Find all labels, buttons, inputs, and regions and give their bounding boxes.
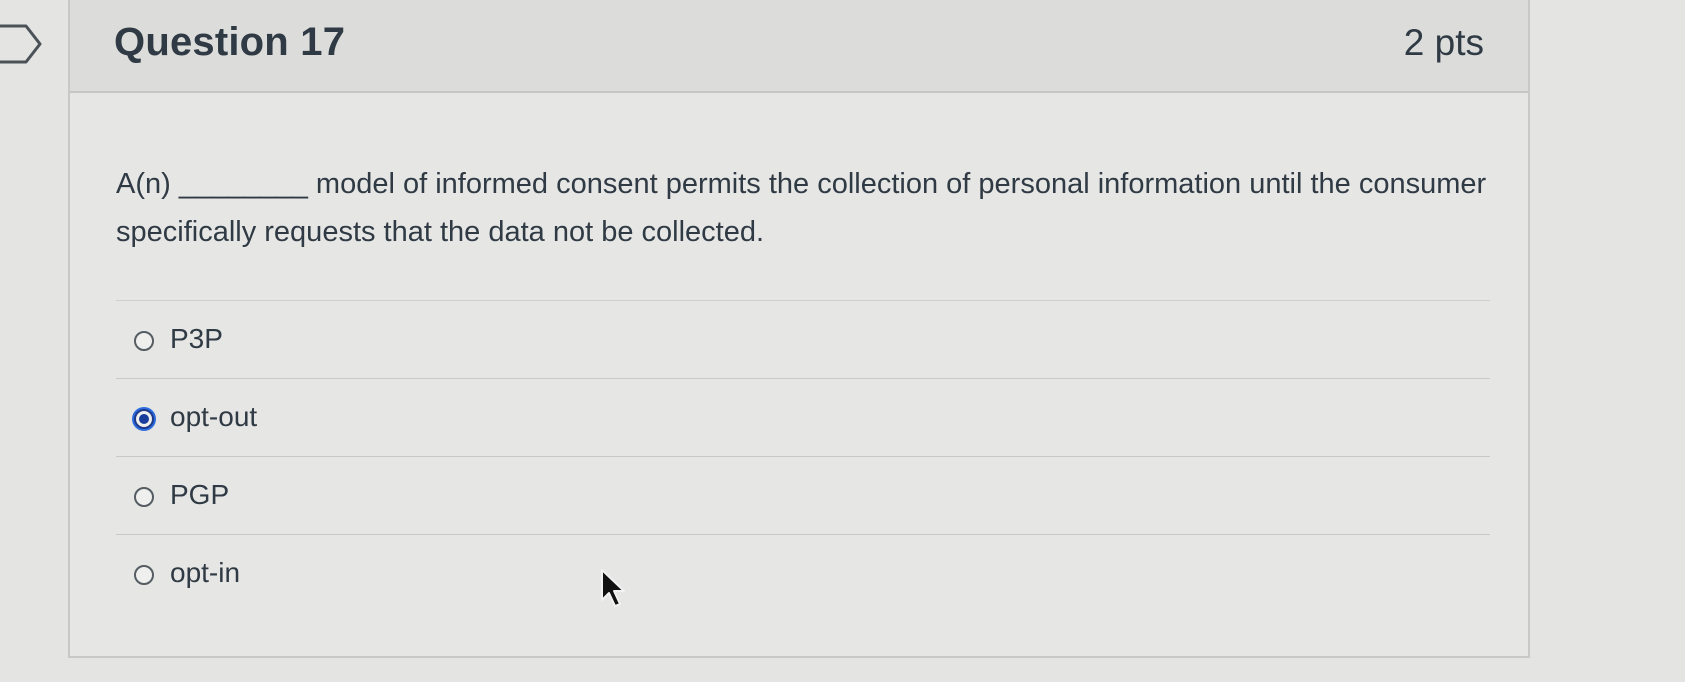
answer-option-p3p[interactable]: P3P [116,300,1490,378]
answer-label[interactable]: opt-out [170,401,257,433]
answer-option-opt-out[interactable]: opt-out [116,378,1490,456]
answer-option-pgp[interactable]: PGP [116,456,1490,534]
answer-label[interactable]: P3P [170,323,223,355]
radio-button[interactable] [134,487,154,507]
radio-button[interactable] [134,565,154,585]
radio-button[interactable] [134,331,154,351]
question-header: Question 17 2 pts [70,0,1528,93]
answer-label[interactable]: PGP [170,479,229,511]
question-title: Question 17 [114,20,346,64]
mouse-pointer-icon [601,569,625,607]
answer-option-opt-in[interactable]: opt-in [116,534,1490,612]
answer-list: P3P opt-out PGP opt-in [116,300,1490,612]
question-card: Question 17 2 pts A(n) ________ model of… [68,0,1530,658]
question-text: A(n) ________ model of informed consent … [116,168,1487,248]
answer-label[interactable]: opt-in [170,557,240,589]
flag-question-icon[interactable] [0,22,46,66]
radio-button-selected[interactable] [134,409,154,429]
question-points: 2 pts [1403,22,1484,63]
